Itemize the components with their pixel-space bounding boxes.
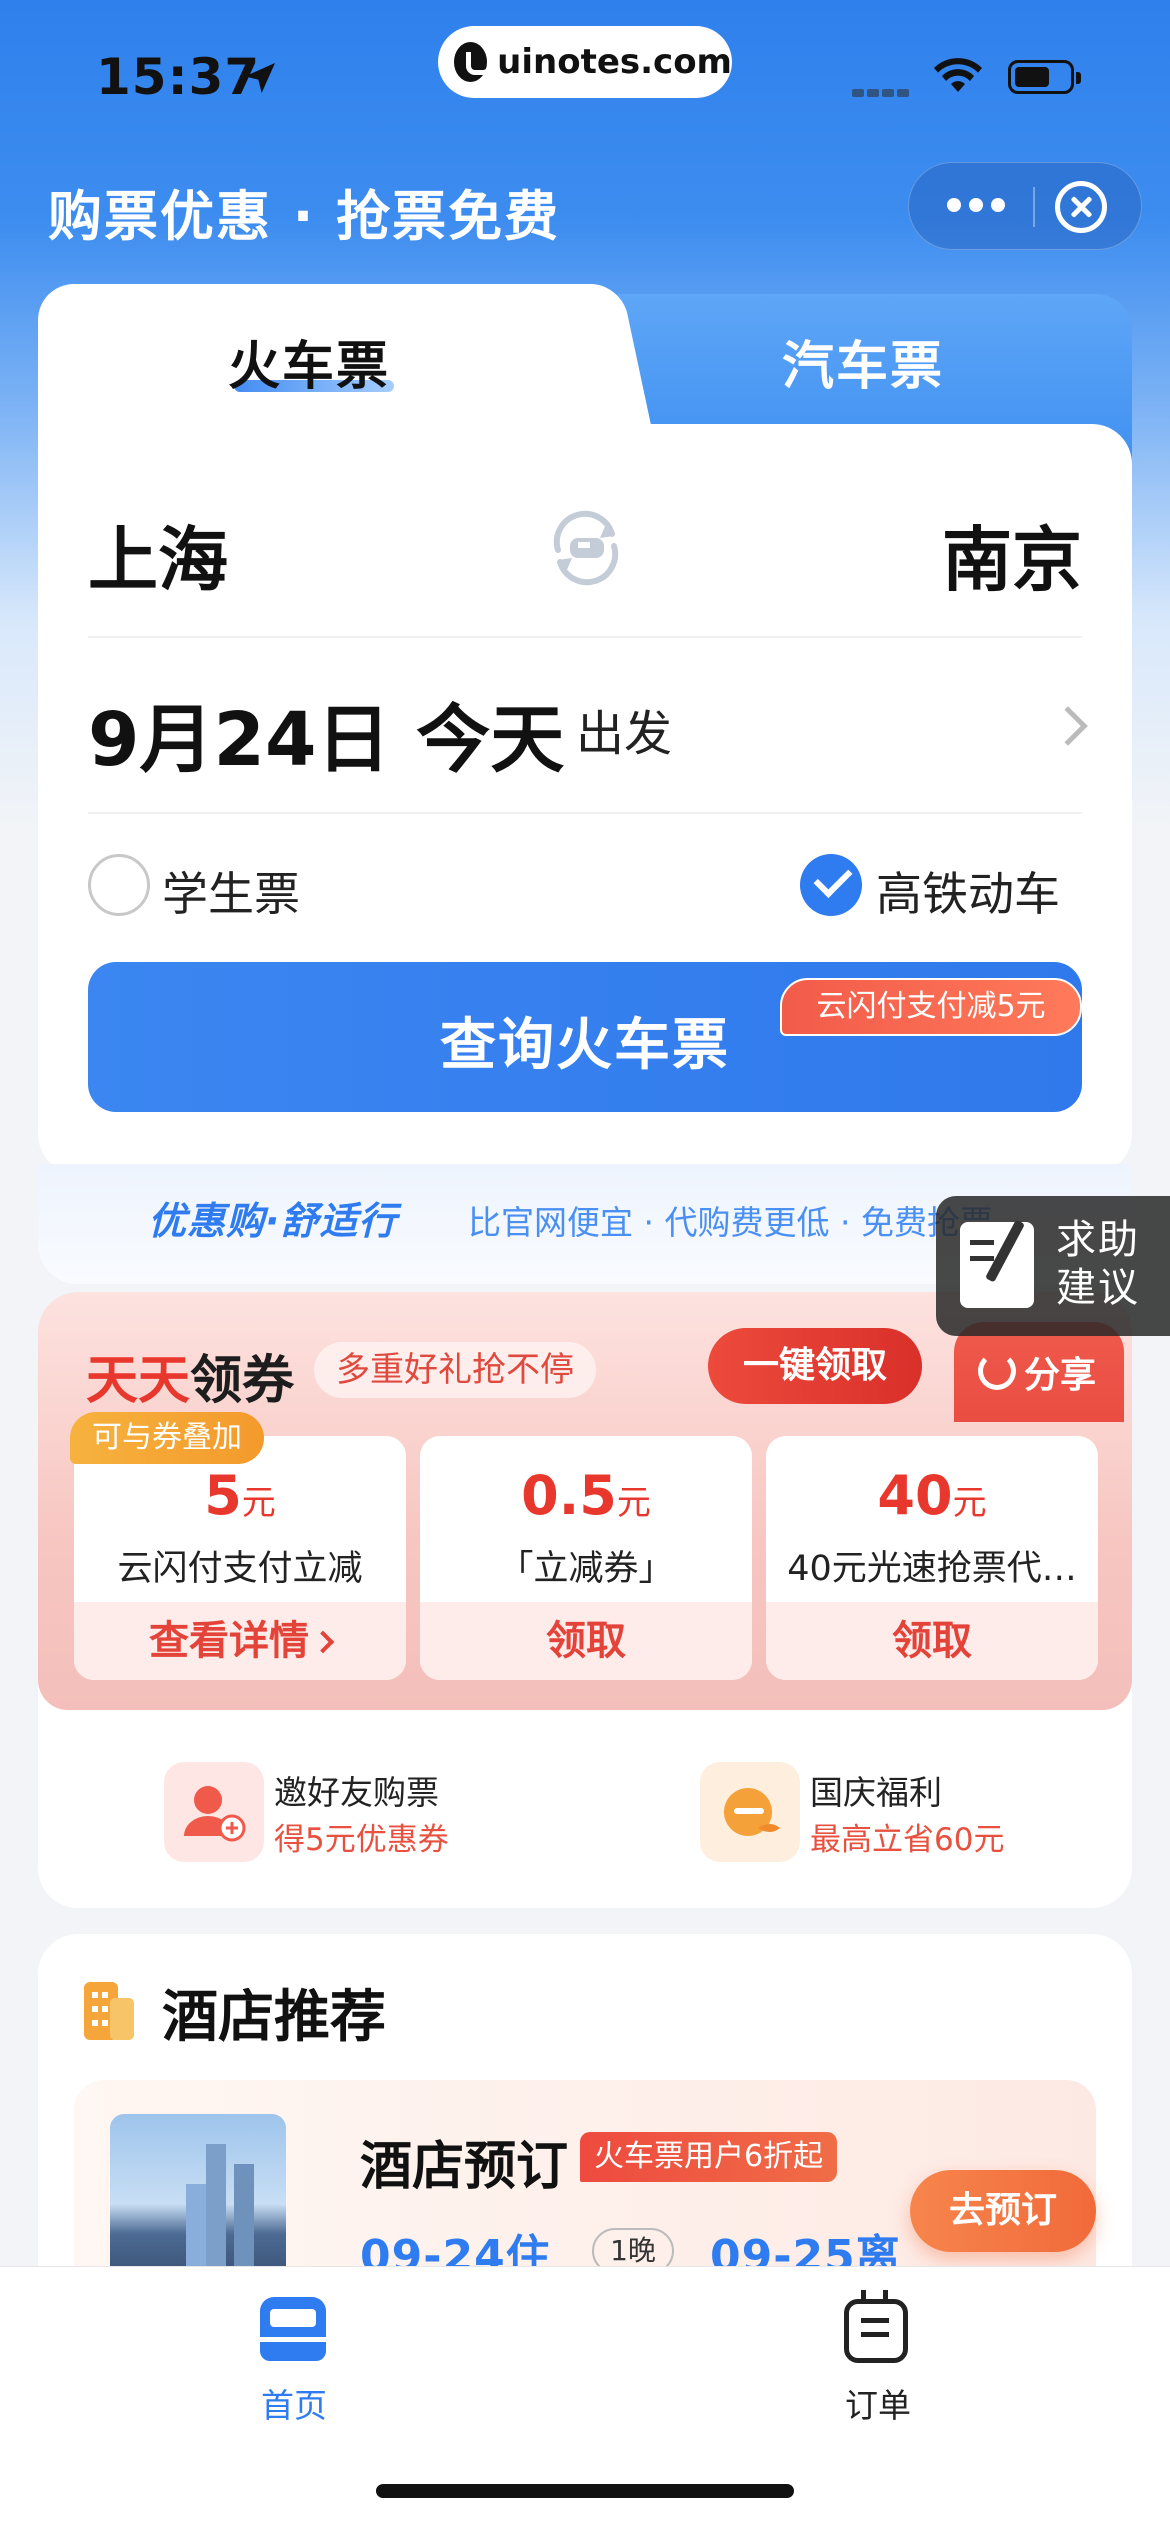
coupon-card: 40元 40元光速抢票代… 领取 [766,1436,1098,1680]
more-icon[interactable] [947,197,1013,217]
coupon-value: 40元 [877,1464,987,1527]
invite-friend-icon [164,1762,264,1862]
divider [88,812,1082,814]
site-logo-icon [454,42,493,82]
status-bar: 15:37 uinotes.com [0,0,1170,150]
coupon-card: 0.5元 「立减券」 领取 [420,1436,752,1680]
national-day-icon [700,1762,800,1862]
stackable-tag: 可与券叠加 [70,1412,264,1464]
status-time: 15:37 [96,48,261,106]
departure-city[interactable]: 上海 [88,504,228,605]
tab-bus-ticket[interactable]: 汽车票 [782,324,944,399]
perk-title: 邀好友购票 [274,1773,439,1812]
chevron-right-icon [311,1630,335,1654]
coupon-title-red: 天天 [86,1351,191,1411]
coupon-desc: 40元光速抢票代… [787,1549,1077,1589]
coupon-section: 天天领券 多重好礼抢不停 一键领取 分享 可与券叠加 5元 云闪付支付立减 查看… [38,1292,1132,1908]
miniprogram-capsule [908,162,1142,250]
capsule-divider [1033,187,1035,227]
search-train-button[interactable]: 查询火车票 云闪付支付减5元 [88,962,1082,1112]
location-arrow-icon [245,63,275,93]
coupon-value: 0.5元 [521,1464,651,1527]
home-indicator [376,2484,794,2498]
high-speed-rail-checkbox[interactable] [800,854,862,916]
national-day-perk[interactable]: 国庆福利 最高立省60元 [700,1762,1040,1872]
departure-date[interactable]: 9月24日 今天 [88,680,564,787]
ticket-search-card: 火车票 汽车票 上海 南京 9月24日 今天 出发 学生票 高铁动车 查询火车票… [38,284,1132,1284]
student-ticket-radio[interactable] [88,854,150,916]
share-label: 分享 [1024,1355,1097,1396]
divider [88,636,1082,638]
hotel-discount-badge: 火车票用户6折起 [580,2132,838,2182]
promo-tag: 云闪付支付减5元 [780,978,1082,1036]
url-pill[interactable]: uinotes.com [438,26,732,98]
share-button[interactable]: 分享 [954,1322,1124,1422]
coupon-claim-button[interactable]: 领取 [766,1602,1098,1680]
departure-label: 出发 [576,706,673,762]
tab-home[interactable]: 首页 [232,2297,356,2427]
hotel-title: 酒店预订 [360,2137,569,2197]
hotel-building-icon [84,1982,134,2040]
close-icon[interactable] [1055,181,1107,233]
signal-icon [852,82,916,97]
book-hotel-button[interactable]: 去预订 [910,2170,1096,2252]
perk-title: 国庆福利 [810,1773,942,1812]
url-text: uinotes.com [497,42,732,82]
coupon-title: 天天领券 [86,1338,294,1413]
slogan-main: 优惠购·舒适行 [148,1199,398,1243]
invite-friends-perk[interactable]: 邀好友购票 得5元优惠券 [164,1762,484,1872]
wifi-icon [934,58,982,92]
share-icon [978,1352,1016,1390]
student-ticket-label[interactable]: 学生票 [162,858,300,924]
help-feedback-button[interactable]: 求助建议 [936,1196,1170,1336]
orders-calendar-icon [844,2290,908,2363]
arrival-city[interactable]: 南京 [942,504,1082,605]
coupon-value: 5元 [204,1464,276,1527]
coupon-desc: 「立减券」 [498,1549,674,1589]
coupon-title-black: 领券 [190,1351,295,1411]
coupon-card: 可与券叠加 5元 云闪付支付立减 查看详情 [70,1412,406,1680]
tab-orders-label: 订单 [845,2386,911,2425]
claim-all-button[interactable]: 一键领取 [708,1328,922,1404]
battery-icon [1008,60,1081,94]
coupon-slogan: 多重好礼抢不停 [314,1342,596,1398]
coupon-view-details-button[interactable]: 查看详情 [74,1602,406,1680]
feedback-edit-icon [960,1222,1034,1308]
tab-train-ticket[interactable]: 火车票 [228,324,390,399]
high-speed-rail-label[interactable]: 高铁动车 [876,858,1060,924]
tab-orders[interactable]: 订单 [816,2290,940,2427]
swap-stations-icon[interactable] [544,506,628,590]
hotel-section-title: 酒店推荐 [162,1985,386,2050]
train-home-icon [260,2297,326,2361]
page-title: 购票优惠 · 抢票免费 [48,185,561,248]
tab-home-label: 首页 [261,2386,327,2425]
coupon-desc: 云闪付支付立减 [117,1549,363,1589]
help-label: 求助建议 [1056,1217,1140,1311]
slogan-sub: 比官网便宜 · 代购费更低 · 免费抢票 [468,1203,993,1242]
perk-subtitle: 最高立省60元 [810,1822,1005,1858]
perk-subtitle: 得5元优惠券 [274,1822,449,1858]
coupon-claim-button[interactable]: 领取 [420,1602,752,1680]
